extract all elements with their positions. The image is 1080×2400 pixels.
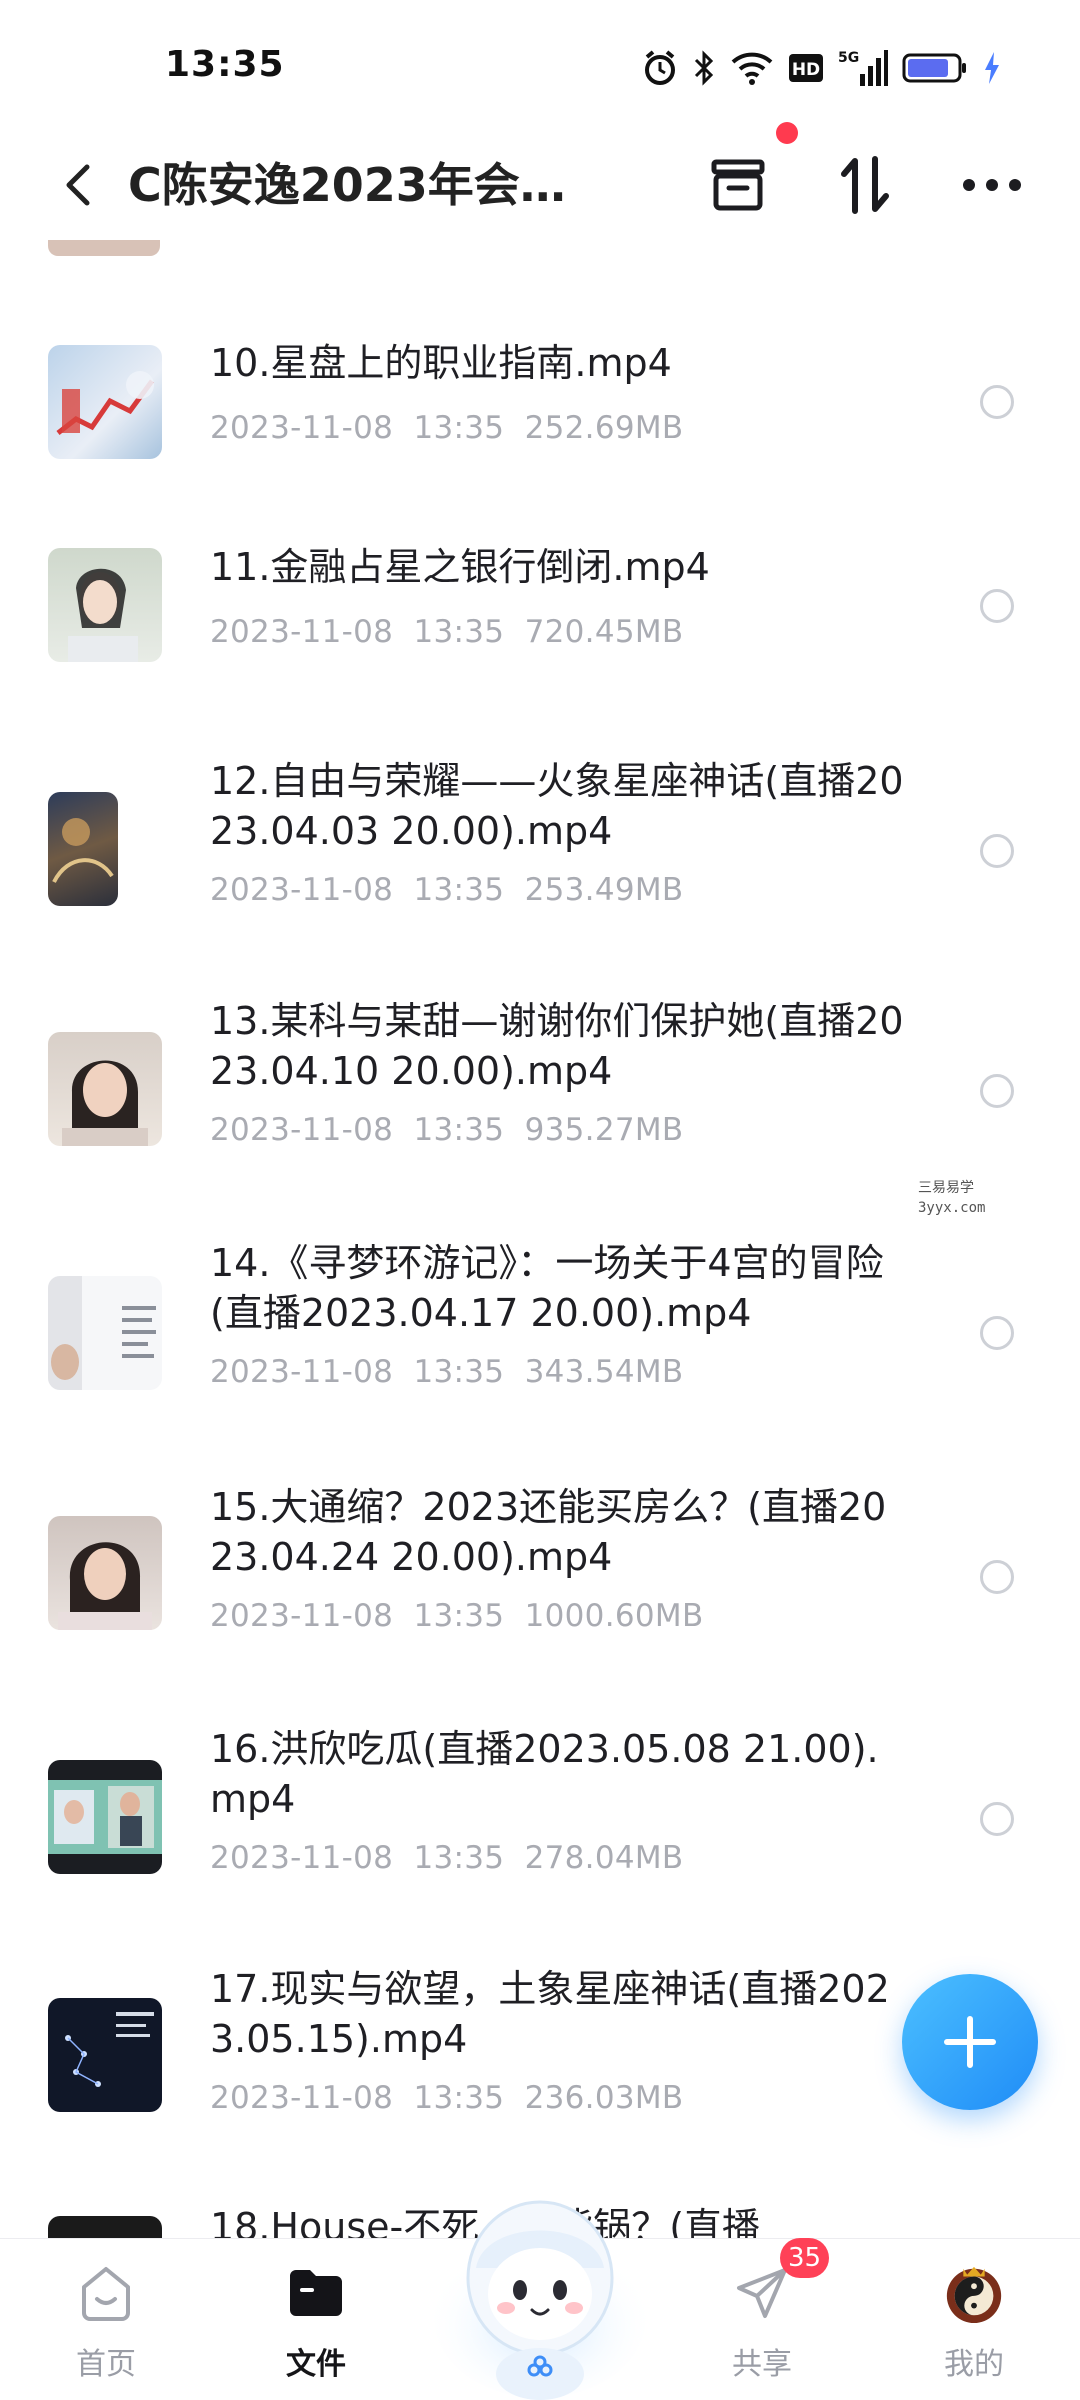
mascot-button[interactable] [430,2178,650,2400]
sort-button[interactable] [826,150,906,220]
file-row[interactable]: 10.星盘上的职业指南.mp4 2023-11-08 13:35 252.69M… [0,330,1080,480]
watermark-line2: 3yyx.com [918,1200,986,1216]
hd-icon: HD [788,53,824,83]
file-meta: 2023-11-08 13:35 720.45MB [210,614,684,650]
back-arrow-icon [66,164,90,206]
thumbnail-peek [48,240,160,256]
share-badge: 35 [780,2238,830,2278]
avatar-icon [942,2261,1006,2325]
select-radio[interactable] [980,1560,1014,1594]
nav-label: 我的 [944,2347,1004,2382]
file-name: 10.星盘上的职业指南.mp4 [210,341,672,385]
video-thumbnail [48,345,162,459]
top-app-bar: C陈安逸2023年会员直播课 [0,130,1080,240]
select-radio[interactable] [980,1074,1014,1108]
wifi-icon [730,50,774,86]
select-radio[interactable] [980,1802,1014,1836]
page-title: C陈安逸2023年会员直播课 [128,158,608,212]
file-row[interactable]: 11.金融占星之银行倒闭.mp4 2023-11-08 13:35 720.45… [0,534,1080,684]
video-thumbnail [48,1998,162,2112]
status-time: 13:35 [165,44,285,85]
charging-icon [982,50,1002,86]
file-meta: 2023-11-08 13:35 1000.60MB [210,1598,704,1634]
nav-label: 首页 [76,2347,136,2382]
file-name: 14.《寻梦环游记》：一场关于4宫的冒险(直播2023.04.17 20.00)… [210,1241,884,1335]
back-button[interactable] [48,155,108,215]
file-row[interactable]: 14.《寻梦环游记》：一场关于4宫的冒险(直播2023.04.17 20.00)… [0,1238,1080,1428]
video-thumbnail [48,792,118,906]
video-thumbnail [48,1760,162,1874]
folder-icon [284,2261,348,2325]
status-bar: 13:35 HD 5G [0,0,1080,130]
transfer-box-icon [711,159,765,211]
nav-label: 文件 [286,2347,346,2382]
file-row[interactable]: 13.某科与某甜—谢谢你们保护她(直播2023.04.10 20.00).mp4… [0,996,1080,1186]
select-radio[interactable] [980,834,1014,868]
video-thumbnail [48,548,162,662]
mascot-icon [434,2200,646,2400]
svg-text:HD: HD [792,60,820,80]
file-name: 11.金融占星之银行倒闭.mp4 [210,545,710,589]
nav-item-profile[interactable]: 我的 [904,2239,1044,2400]
file-row[interactable]: 15.大通缩？2023还能买房么？(直播2023.04.24 20.00).mp… [0,1482,1080,1672]
transfer-box-button[interactable] [698,150,778,220]
video-thumbnail [48,1276,162,1390]
nav-item-home[interactable]: 首页 [36,2239,176,2400]
watermark: 三易易学 3yyx.com [918,1178,985,1218]
file-name: 12.自由与荣耀——火象星座神话(直播2023.04.03 20.00).mp4 [210,759,904,853]
select-radio[interactable] [980,1316,1014,1350]
file-list: 10.星盘上的职业指南.mp4 2023-11-08 13:35 252.69M… [0,240,1080,2238]
video-thumbnail [48,2216,162,2238]
file-name: 13.某科与某甜—谢谢你们保护她(直播2023.04.10 20.00).mp4 [210,999,904,1093]
file-meta: 2023-11-08 13:35 253.49MB [210,872,684,908]
file-row[interactable]: 12.自由与荣耀——火象星座神话(直播2023.04.03 20.00).mp4… [0,756,1080,946]
notification-dot [776,122,798,144]
battery-icon [902,52,968,84]
file-meta: 2023-11-08 13:35 252.69MB [210,410,684,446]
file-meta: 2023-11-08 13:35 935.27MB [210,1112,684,1148]
status-icons: HD 5G [642,44,1002,92]
select-radio[interactable] [980,589,1014,623]
file-name: 16.洪欣吃瓜(直播2023.05.08 21.00).mp4 [210,1727,879,1821]
video-thumbnail [48,1516,162,1630]
file-meta: 2023-11-08 13:35 236.03MB [210,2080,684,2116]
nav-label: 共享 [732,2347,792,2382]
sort-icon [841,156,889,214]
select-radio[interactable] [980,385,1014,419]
video-thumbnail [48,1032,162,1146]
bluetooth-icon [692,49,716,87]
file-row[interactable]: 16.洪欣吃瓜(直播2023.05.08 21.00).mp4 2023-11-… [0,1724,1080,1914]
plus-icon [944,2016,996,2068]
more-icon [963,179,1021,191]
svg-text:5G: 5G [838,50,859,66]
file-name: 15.大通缩？2023还能买房么？(直播2023.04.24 20.00).mp… [210,1485,887,1579]
5g-signal-icon: 5G [838,48,888,88]
alarm-icon [642,49,678,87]
more-button[interactable] [952,150,1032,220]
file-name: 17.现实与欲望，土象星座神话(直播2023.05.15).mp4 [210,1967,890,2061]
add-button[interactable] [902,1974,1038,2110]
file-meta: 2023-11-08 13:35 343.54MB [210,1354,684,1390]
nav-item-files[interactable]: 文件 [246,2239,386,2400]
home-icon [74,2261,138,2325]
watermark-line1: 三易易学 [918,1180,974,1196]
file-meta: 2023-11-08 13:35 278.04MB [210,1840,684,1876]
